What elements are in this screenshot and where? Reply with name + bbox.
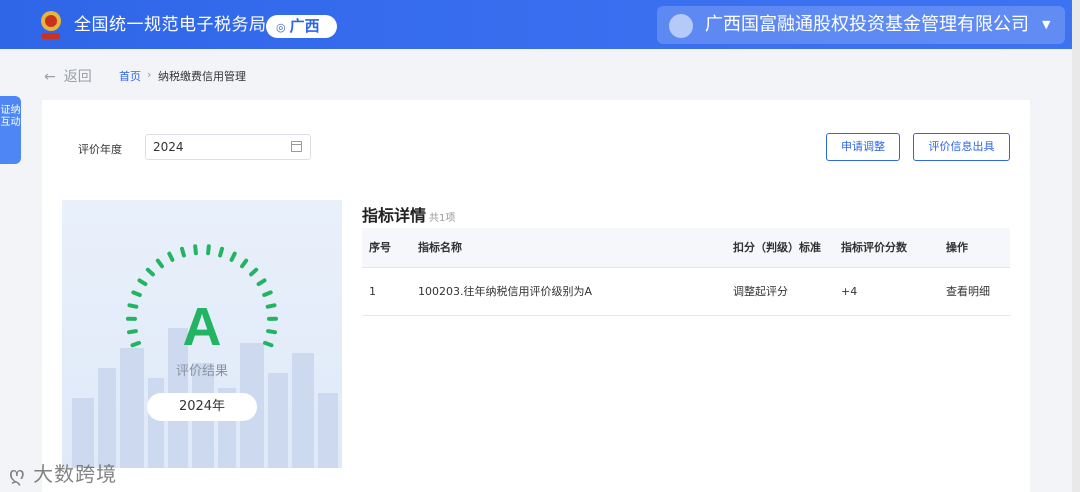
grade-letter: A: [182, 297, 222, 357]
company-switcher[interactable]: 广西国富融通股权投资基金管理有限公司 ▼: [657, 6, 1065, 44]
breadcrumb-current: 纳税缴费信用管理: [158, 70, 246, 83]
dial-tick: [249, 267, 259, 277]
year-label: 评价年度: [78, 143, 122, 156]
region-selector[interactable]: ◎ 广西: [266, 15, 337, 38]
apply-adjust-button[interactable]: 申请调整: [826, 133, 900, 161]
breadcrumb-separator: ›: [147, 68, 152, 81]
row-score: +4: [841, 285, 858, 298]
dial-tick: [137, 278, 148, 287]
watermark-text: 大数跨境: [33, 462, 118, 486]
row-standard: 调整起评分: [733, 285, 788, 298]
column-header-standard: 扣分（判级）标准: [733, 241, 821, 254]
year-value: 2024: [153, 140, 184, 154]
calendar-icon: [291, 141, 302, 152]
dial-tick: [256, 278, 267, 287]
indicator-title-text: 指标详情: [362, 206, 427, 225]
view-details-link[interactable]: 查看明细: [946, 268, 990, 316]
dial-tick: [262, 290, 273, 297]
dial-tick: [155, 258, 164, 269]
indicator-table: 序号 指标名称 扣分（判级）标准 指标评价分数 操作 1 100203.往年纳税…: [362, 228, 1010, 316]
column-header-name: 指标名称: [418, 241, 462, 254]
dial-tick: [145, 267, 155, 277]
top-header: 全国统一规范电子税务局 ◎ 广西 广西国富融通股权投资基金管理有限公司 ▼: [0, 0, 1072, 49]
back-button[interactable]: ← 返回: [44, 66, 92, 86]
column-header-score: 指标评价分数: [841, 241, 907, 254]
column-header-no: 序号: [369, 241, 391, 254]
page-scrollbar[interactable]: [1072, 0, 1080, 492]
arrow-left-icon: ←: [44, 69, 56, 85]
watermark: ღ 大数跨境: [9, 458, 117, 487]
dial-tick: [240, 258, 249, 269]
table-row: 1 100203.往年纳税信用评价级别为A 调整起评分 +4 查看明细: [362, 268, 1010, 316]
user-avatar-icon: [669, 14, 693, 38]
dial-tick: [193, 244, 198, 256]
grade-caption: 评价结果: [175, 364, 228, 379]
table-header: 序号 指标名称 扣分（判级）标准 指标评价分数 操作: [362, 228, 1010, 268]
year-picker[interactable]: 2024: [145, 134, 311, 160]
dial-tick: [206, 244, 211, 256]
grade-result-card: A 评价结果 2024年: [62, 200, 342, 468]
interaction-side-tab[interactable]: 证纳互动: [0, 96, 21, 164]
breadcrumb-home[interactable]: 首页: [119, 68, 141, 84]
dial-tick: [229, 251, 237, 262]
site-title: 全国统一规范电子税务局: [74, 15, 267, 35]
credit-panel: 评价年度 2024 申请调整 评价信息出具 A 评价结果 2024年 指标详情 …: [42, 100, 1030, 492]
tax-emblem-icon: [41, 11, 61, 39]
column-header-action: 操作: [946, 241, 968, 254]
result-year-badge: 2024年: [147, 393, 257, 421]
row-indicator-name: 100203.往年纳税信用评价级别为A: [418, 285, 593, 298]
dial-tick: [131, 290, 142, 297]
company-name: 广西国富融通股权投资基金管理有限公司: [705, 14, 1029, 35]
back-label: 返回: [63, 69, 92, 85]
row-no: 1: [369, 285, 376, 298]
dial-tick: [218, 246, 224, 258]
location-pin-icon: ◎: [276, 21, 286, 34]
indicator-count: 共1项: [429, 213, 456, 224]
dial-tick: [180, 246, 186, 258]
region-label: 广西: [289, 17, 320, 35]
dial-tick: [167, 251, 175, 262]
watermark-logo-icon: ღ: [9, 462, 26, 486]
chevron-down-icon: ▼: [1042, 18, 1051, 31]
indicator-title: 指标详情 共1项: [362, 202, 455, 226]
issue-report-button[interactable]: 评价信息出具: [913, 133, 1010, 161]
